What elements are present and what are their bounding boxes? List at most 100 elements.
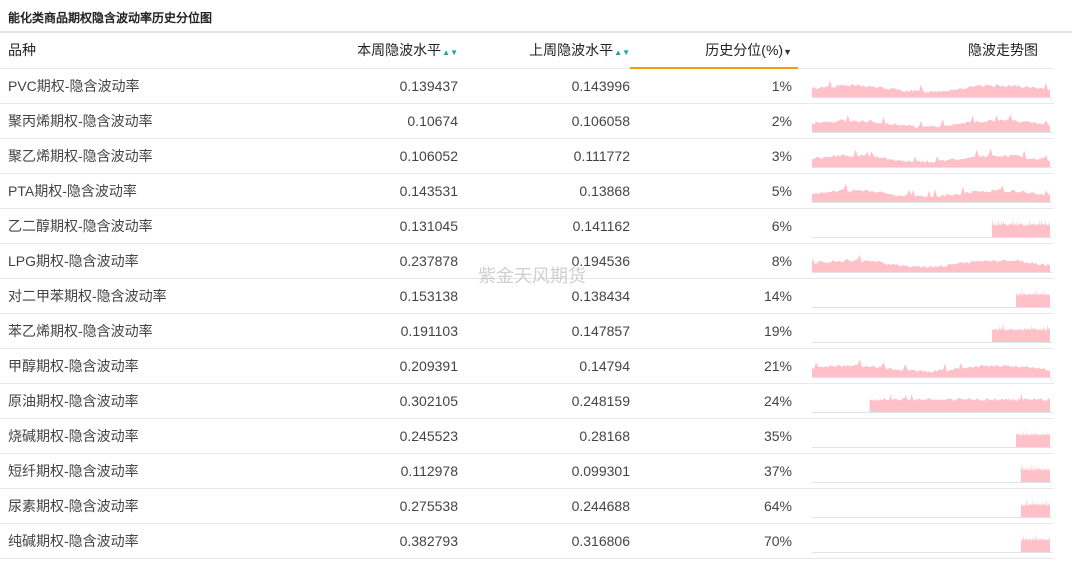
sparkline-chart [812,498,1052,518]
row-last-week: 0.316806 [458,523,630,559]
row-last-week: 0.194536 [458,243,630,279]
header-percentile[interactable]: 历史分位(%)▼ [630,33,798,69]
sparkline-chart [812,428,1052,448]
row-name: 聚乙烯期权-隐含波动率 [0,138,308,174]
sparkline-chart [812,323,1052,343]
sparkline-chart [812,463,1052,483]
sparkline-chart [812,148,1052,168]
row-name: 原油期权-隐含波动率 [0,383,308,419]
table-row: 尿素期权-隐含波动率 0.275538 0.244688 64% [0,488,1054,524]
row-this-week: 0.275538 [308,488,458,524]
sparkline-area [1020,498,1050,517]
row-name: 烧碱期权-隐含波动率 [0,418,308,454]
sparkline-chart [812,79,1052,98]
row-percentile: 21% [630,348,798,384]
header-this-week-label: 本周隐波水平 [357,42,442,59]
row-this-week: 0.302105 [308,383,458,419]
row-trend [798,453,1054,489]
row-last-week: 0.099301 [458,453,630,489]
row-trend [798,103,1054,139]
sparkline-chart [812,359,1052,378]
table-row: PTA期权-隐含波动率 0.143531 0.13868 5% [0,173,1054,209]
sparkline-area [992,218,1050,237]
row-this-week: 0.131045 [308,208,458,244]
table-row: 乙二醇期权-隐含波动率 0.131045 0.141162 6% [0,208,1054,244]
row-this-week: 0.209391 [308,348,458,384]
header-this-week[interactable]: 本周隐波水平▲▼ [308,33,458,69]
row-trend [798,68,1054,104]
sort-icon[interactable]: ▲▼ [442,48,458,57]
sparkline-area [1020,463,1050,482]
row-trend [798,138,1054,174]
row-percentile: 2% [630,103,798,139]
row-last-week: 0.111772 [458,138,630,174]
row-name: LPG期权-隐含波动率 [0,243,308,279]
sparkline-chart [812,533,1052,553]
row-percentile: 24% [630,383,798,419]
row-this-week: 0.106052 [308,138,458,174]
table-row: 原油期权-隐含波动率 0.302105 0.248159 24% [0,383,1054,419]
sparkline-area [812,148,1050,167]
row-this-week: 0.245523 [308,418,458,454]
row-this-week: 0.139437 [308,68,458,104]
header-last-week-label: 上周隐波水平 [529,42,614,59]
sparkline-area [812,183,1050,202]
row-name: 纯碱期权-隐含波动率 [0,523,308,559]
row-name: PTA期权-隐含波动率 [0,173,308,209]
row-name: 对二甲苯期权-隐含波动率 [0,278,308,314]
page-title: 能化类商品期权隐含波动率历史分位图 [8,11,213,25]
row-trend [798,313,1054,349]
table-row: 聚丙烯期权-隐含波动率 0.10674 0.106058 2% [0,103,1054,139]
row-this-week: 0.382793 [308,523,458,559]
row-last-week: 0.138434 [458,278,630,314]
row-name: 甲醇期权-隐含波动率 [0,348,308,384]
row-this-week: 0.237878 [308,243,458,279]
row-this-week: 0.143531 [308,173,458,209]
sparkline-area [812,359,1050,377]
sparkline-area [1016,288,1050,307]
row-percentile: 8% [630,243,798,279]
sort-desc-icon[interactable]: ▼ [783,47,792,57]
header-name: 品种 [0,33,308,69]
row-name: 尿素期权-隐含波动率 [0,488,308,524]
row-percentile: 1% [630,68,798,104]
row-last-week: 0.106058 [458,103,630,139]
table-row: PVC期权-隐含波动率 0.139437 0.143996 1% [0,68,1054,104]
table-row: 短纤期权-隐含波动率 0.112978 0.099301 37% [0,453,1054,489]
sparkline-area [869,393,1050,412]
table-row: 甲醇期权-隐含波动率 0.209391 0.14794 21% [0,348,1054,384]
row-trend [798,383,1054,419]
table-row: 聚乙烯期权-隐含波动率 0.106052 0.111772 3% [0,138,1054,174]
sparkline-chart [812,254,1052,273]
sparkline-area [812,79,1050,97]
row-last-week: 0.14794 [458,348,630,384]
row-last-week: 0.244688 [458,488,630,524]
header-trend-label: 隐波走势图 [968,42,1038,59]
header-name-label: 品种 [8,42,36,59]
sort-icon[interactable]: ▲▼ [614,48,630,57]
row-percentile: 3% [630,138,798,174]
row-name: 聚丙烯期权-隐含波动率 [0,103,308,139]
row-this-week: 0.112978 [308,453,458,489]
table-row: LPG期权-隐含波动率 0.237878 0.194536 8% [0,243,1054,279]
row-percentile: 6% [630,208,798,244]
row-name: 短纤期权-隐含波动率 [0,453,308,489]
sparkline-area [1016,428,1050,447]
row-percentile: 70% [630,523,798,559]
sparkline-area [1020,533,1050,552]
row-name: PVC期权-隐含波动率 [0,68,308,104]
table-row: 对二甲苯期权-隐含波动率 0.153138 0.138434 14% [0,278,1054,314]
header-last-week[interactable]: 上周隐波水平▲▼ [458,33,630,69]
sparkline-chart [812,114,1052,133]
row-last-week: 0.28168 [458,418,630,454]
row-trend [798,278,1054,314]
row-trend [798,173,1054,209]
row-percentile: 35% [630,418,798,454]
header-trend: 隐波走势图 [798,33,1054,69]
volatility-table: 品种 本周隐波水平▲▼ 上周隐波水平▲▼ 历史分位(%)▼ 隐波走势图 PVC期… [0,33,1054,559]
row-trend [798,418,1054,454]
table-row: 苯乙烯期权-隐含波动率 0.191103 0.147857 19% [0,313,1054,349]
row-percentile: 19% [630,313,798,349]
sparkline-chart [812,393,1052,413]
row-name: 乙二醇期权-隐含波动率 [0,208,308,244]
